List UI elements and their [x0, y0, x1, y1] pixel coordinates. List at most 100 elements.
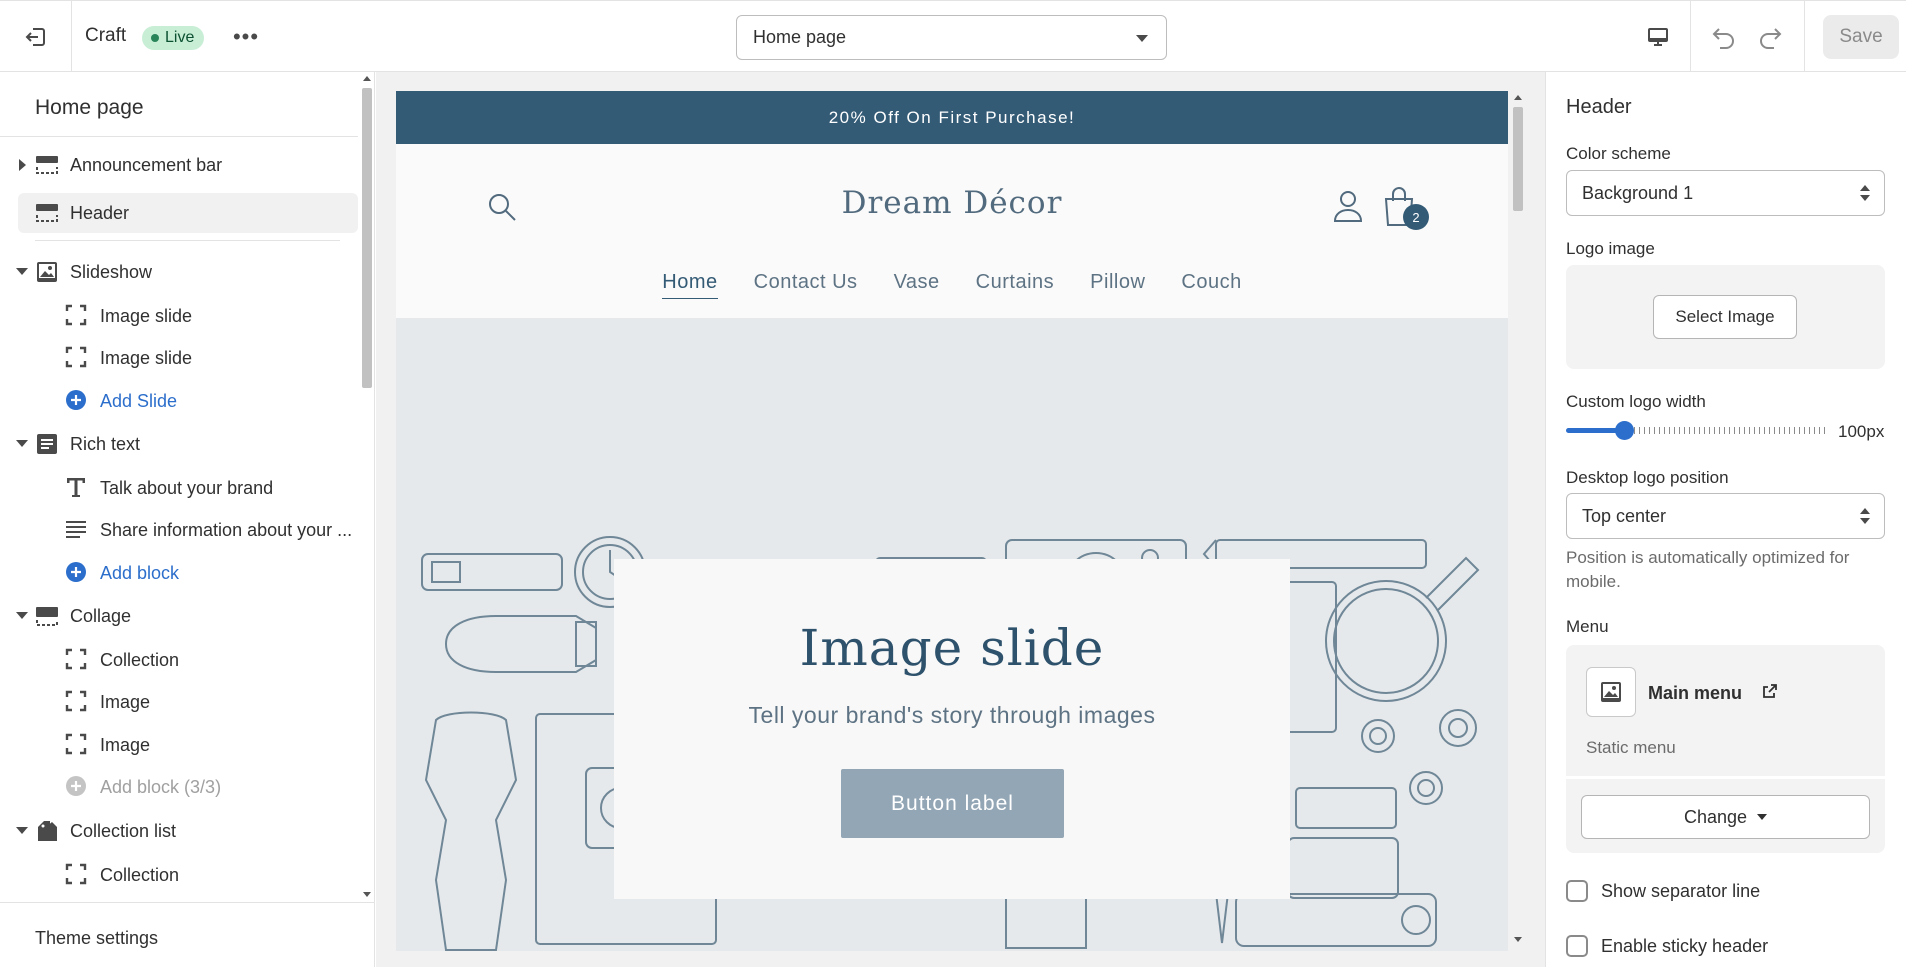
exit-button[interactable]: [0, 1, 72, 72]
block-heading[interactable]: Talk about your brand: [0, 467, 358, 507]
nav-item-home[interactable]: Home: [662, 271, 718, 299]
store-nav: Home Contact Us Vase Curtains Pillow Cou…: [396, 271, 1508, 299]
scroll-up-icon[interactable]: [363, 76, 371, 81]
account-icon[interactable]: [1332, 189, 1364, 223]
block-frame-icon: [65, 648, 87, 670]
scroll-down-icon[interactable]: [363, 892, 371, 897]
slide-button[interactable]: Button label: [841, 769, 1064, 838]
block-frame-icon: [65, 304, 87, 326]
plus-circle-icon: [66, 562, 86, 582]
collage-icon: [36, 607, 58, 626]
chevron-down-icon: [1136, 35, 1148, 42]
slide-title: Image slide: [799, 619, 1105, 677]
page-select[interactable]: Home page: [736, 15, 1167, 60]
text-lines-icon: [66, 521, 86, 538]
section-label: Announcement bar: [70, 155, 223, 175]
chevron-down-icon[interactable]: [16, 827, 28, 834]
external-link-icon[interactable]: [1762, 683, 1778, 699]
announcement-bar[interactable]: 20% Off On First Purchase!: [396, 91, 1508, 144]
scroll-thumb[interactable]: [362, 88, 372, 388]
section-label: Header: [70, 203, 130, 223]
add-block-button[interactable]: Add block: [0, 552, 358, 592]
block-image[interactable]: Image: [0, 681, 358, 721]
live-dot-icon: [151, 34, 159, 42]
redo-button[interactable]: [1752, 19, 1788, 55]
block-frame-icon: [65, 346, 87, 368]
menu-image-icon: [1586, 667, 1636, 717]
block-paragraph[interactable]: Share information about your ...: [0, 509, 358, 549]
divider: [1566, 776, 1885, 779]
logo-position-help: Position is automatically optimized for …: [1566, 548, 1850, 591]
plus-circle-icon: [66, 390, 86, 410]
scroll-up-icon[interactable]: [1514, 95, 1522, 100]
block-frame-icon: [65, 690, 87, 712]
nav-item-contact-us[interactable]: Contact Us: [754, 271, 858, 299]
live-badge: Live: [142, 26, 205, 50]
change-menu-label: Change: [1683, 806, 1748, 827]
scroll-down-icon[interactable]: [1514, 937, 1522, 942]
block-image-slide[interactable]: Image slide: [0, 337, 358, 377]
logo-position-select[interactable]: Top center: [1566, 493, 1885, 539]
sidebar-scrollbar[interactable]: [360, 72, 374, 902]
preview-scrollbar[interactable]: [1511, 91, 1525, 951]
change-menu-button[interactable]: Change: [1581, 795, 1870, 839]
menu-name-link[interactable]: Main menu: [1648, 683, 1742, 704]
sticky-header-checkbox[interactable]: Enable sticky header: [1566, 934, 1906, 958]
live-badge-label: Live: [165, 29, 195, 46]
panel-title: Header: [1566, 96, 1632, 118]
checkbox-box[interactable]: [1566, 935, 1588, 957]
add-block-label: Add block (3/3): [100, 777, 222, 797]
add-slide-label: Add Slide: [100, 391, 178, 411]
color-scheme-label: Color scheme: [1566, 144, 1671, 163]
store-preview: 20% Off On First Purchase! Dream Décor 2…: [396, 91, 1508, 951]
chevron-down-icon[interactable]: [16, 440, 28, 447]
toolbar-divider: [1690, 1, 1691, 72]
show-separator-checkbox[interactable]: Show separator line: [1566, 879, 1906, 903]
color-scheme-select[interactable]: Background 1: [1566, 170, 1885, 216]
nav-item-pillow[interactable]: Pillow: [1090, 271, 1145, 299]
sidebar-title: Home page: [35, 96, 144, 119]
block-collection[interactable]: Collection: [0, 854, 358, 894]
select-image-button[interactable]: Select Image: [1653, 295, 1797, 339]
checkbox-box[interactable]: [1566, 880, 1588, 902]
sections-sidebar: Home page Announcement bar Header Slides…: [0, 72, 375, 967]
logo-width-slider[interactable]: [1566, 420, 1828, 440]
block-collection[interactable]: Collection: [0, 639, 358, 679]
toolbar-divider: [1804, 1, 1805, 72]
slider-track[interactable]: [1634, 427, 1828, 434]
block-image-slide[interactable]: Image slide: [0, 295, 358, 335]
section-announcement-bar[interactable]: Announcement bar: [0, 145, 358, 185]
section-slideshow[interactable]: Slideshow: [0, 252, 358, 292]
nav-item-couch[interactable]: Couch: [1181, 271, 1241, 299]
section-collage[interactable]: Collage: [0, 596, 358, 636]
nav-item-curtains[interactable]: Curtains: [976, 271, 1054, 299]
redo-icon: [1760, 28, 1782, 49]
nav-item-vase[interactable]: Vase: [894, 271, 940, 299]
more-actions-button[interactable]: •••: [232, 23, 260, 51]
device-preview-button[interactable]: [1634, 19, 1682, 55]
undo-button[interactable]: [1706, 19, 1742, 55]
chevron-right-icon[interactable]: [19, 159, 26, 171]
add-block-label: Add block: [100, 563, 180, 583]
add-slide-button[interactable]: Add Slide: [0, 380, 358, 420]
chevron-down-icon: [1757, 814, 1768, 820]
slideshow-hero[interactable]: Image slide Tell your brand's story thro…: [396, 318, 1508, 951]
section-collection-list[interactable]: Collection list: [0, 811, 358, 851]
section-label: Collage: [70, 606, 132, 626]
section-rich-text[interactable]: Rich text: [0, 424, 358, 464]
section-header[interactable]: Header: [18, 193, 358, 233]
theme-settings-link[interactable]: Theme settings: [35, 928, 158, 949]
save-button[interactable]: Save: [1823, 15, 1899, 59]
section-label: Slideshow: [70, 262, 153, 282]
chevron-down-icon[interactable]: [16, 612, 28, 619]
text-heading-icon: [67, 478, 85, 497]
section-label: Rich text: [70, 434, 141, 454]
block-image[interactable]: Image: [0, 724, 358, 764]
chevron-down-icon[interactable]: [16, 268, 28, 275]
more-icon: •••: [232, 24, 260, 49]
slider-handle[interactable]: [1615, 421, 1634, 440]
menu-label: Menu: [1566, 617, 1609, 636]
add-block-disabled-button: Add block (3/3): [0, 766, 358, 806]
scroll-thumb[interactable]: [1513, 107, 1523, 211]
select-arrows-icon: [1860, 508, 1870, 524]
